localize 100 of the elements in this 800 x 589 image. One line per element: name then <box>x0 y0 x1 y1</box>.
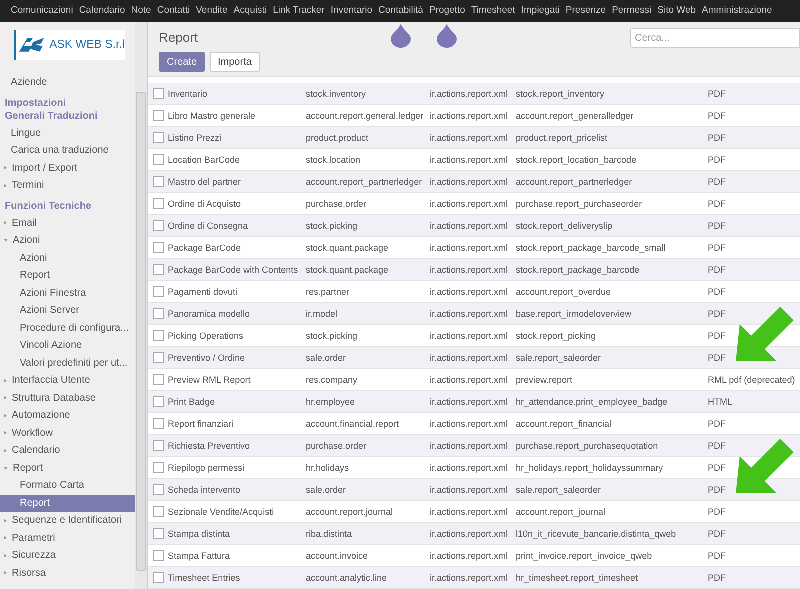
menu-item[interactable]: Formato Carta <box>0 477 135 494</box>
table-cell: sale.order <box>306 484 346 494</box>
menu-group[interactable]: Risorsa <box>0 564 135 582</box>
table-cell: ir.actions.report.xml <box>430 242 508 252</box>
row-checkbox[interactable] <box>153 242 164 253</box>
row-checkbox[interactable] <box>153 440 164 451</box>
menu-group-label: Report <box>13 462 44 476</box>
menu-item[interactable]: Valori predefiniti per ut... <box>0 354 135 372</box>
row-checkbox[interactable] <box>153 176 164 187</box>
table-cell: sale.order <box>306 352 346 362</box>
nav-menu-item[interactable]: Amministrazione <box>699 0 776 22</box>
row-checkbox[interactable] <box>153 264 164 275</box>
import-button[interactable]: Importa <box>210 52 260 72</box>
menu-item[interactable]: Vincoli Azione <box>0 337 135 354</box>
row-checkbox[interactable] <box>153 198 164 209</box>
nav-menu-item[interactable]: Link Tracker <box>270 0 328 22</box>
menu-group[interactable]: Calendario <box>0 442 135 460</box>
menu-group[interactable]: Interfaccia Utente <box>0 372 135 390</box>
nav-menu-item[interactable]: Inventario <box>328 0 376 22</box>
nav-menu-item[interactable]: Contatti <box>154 0 194 22</box>
menu-group[interactable]: Sequenze e Identificatori <box>0 512 135 530</box>
nav-menu-item[interactable]: Vendite <box>193 0 231 22</box>
row-checkbox[interactable] <box>153 308 164 319</box>
row-checkbox[interactable] <box>153 220 164 231</box>
menu-item[interactable]: Azioni Finestra <box>0 284 135 302</box>
company-logo[interactable]: ASK WEB S.r.l <box>14 30 125 60</box>
row-checkbox[interactable] <box>153 374 164 385</box>
nav-menu-item[interactable]: Sito Web <box>654 0 700 22</box>
table-cell: product.report_pricelist <box>516 132 608 142</box>
table-cell: ir.actions.report.xml <box>430 286 508 296</box>
menu-item[interactable]: Aziende <box>0 74 135 92</box>
menu-item[interactable]: Azioni Server <box>0 302 135 320</box>
menu-group[interactable]: Struttura Database <box>0 390 135 407</box>
table-cell: stock.inventory <box>306 88 366 98</box>
table-cell: hr.employee <box>306 396 356 406</box>
menu-item[interactable]: Carica una traduzione <box>0 142 135 160</box>
table-cell: product.product <box>306 132 369 142</box>
table-cell: PDF <box>708 330 726 340</box>
menu-group[interactable]: Automazione <box>0 407 135 424</box>
nav-menu-item[interactable]: Acquisti <box>230 0 270 22</box>
table-cell: Stampa Fattura <box>168 550 230 560</box>
nav-menu-item[interactable]: Permessi <box>609 0 655 22</box>
menu-group[interactable]: Termini <box>0 177 135 194</box>
table-cell: ir.actions.report.xml <box>430 132 508 142</box>
row-checkbox[interactable] <box>153 484 164 495</box>
search-field[interactable]: Cerca... <box>630 28 800 48</box>
scrollbar[interactable] <box>135 22 147 589</box>
menu-group[interactable]: Workflow <box>0 424 135 442</box>
table-cell: PDF <box>708 484 726 494</box>
menu-item[interactable]: Report <box>0 267 135 284</box>
nav-menu-item[interactable]: Presenze <box>562 0 610 22</box>
nav-menu-item[interactable]: Impiegati <box>518 0 563 22</box>
row-checkbox[interactable] <box>153 506 164 517</box>
table-cell: PDF <box>708 198 726 208</box>
table-cell: Stampa distinta <box>168 528 230 538</box>
table-cell: base.report_irmodeloverview <box>516 308 632 318</box>
menu-group[interactable]: Azioni <box>0 232 135 250</box>
table-cell: Pagamenti dovuti <box>168 286 238 296</box>
nav-menu-item[interactable]: Comunicazioni <box>8 0 76 22</box>
table-cell: Report finanziari <box>168 418 234 428</box>
row-checkbox[interactable] <box>153 352 164 363</box>
row-checkbox[interactable] <box>153 330 164 341</box>
table-cell: Print Badge <box>168 396 216 406</box>
row-checkbox[interactable] <box>153 88 164 99</box>
table-cell: Mastro del partner <box>168 176 242 186</box>
row-checkbox[interactable] <box>153 110 164 121</box>
row-checkbox[interactable] <box>153 572 164 583</box>
menu-group[interactable]: Import / Export <box>0 160 135 177</box>
row-checkbox[interactable] <box>153 154 164 165</box>
table-cell: ir.actions.report.xml <box>430 176 508 186</box>
create-button[interactable]: Create <box>159 52 206 72</box>
menu-group[interactable]: Email <box>0 214 135 232</box>
table-cell: Package BarCode with Contents <box>168 264 298 274</box>
table-cell: Picking Operations <box>168 330 244 340</box>
nav-menu-item[interactable]: Contabilità <box>376 0 426 22</box>
row-checkbox[interactable] <box>153 418 164 429</box>
table-cell: Preview RML Report <box>168 374 251 384</box>
menu-item[interactable]: Lingue <box>0 124 135 142</box>
row-checkbox[interactable] <box>153 132 164 143</box>
table-cell: ir.actions.report.xml <box>430 440 508 450</box>
menu-group[interactable]: Report <box>0 460 135 477</box>
nav-menu-item[interactable]: Progetto <box>426 0 468 22</box>
row-checkbox[interactable] <box>153 286 164 297</box>
table-cell: ir.actions.report.xml <box>430 506 508 516</box>
row-checkbox[interactable] <box>153 528 164 539</box>
menu-item[interactable]: Azioni <box>0 250 135 267</box>
row-checkbox[interactable] <box>153 396 164 407</box>
nav-menu-item[interactable]: Note <box>128 0 154 22</box>
row-checkbox[interactable] <box>153 462 164 473</box>
menu-group-label: Struttura Database <box>12 392 96 406</box>
menu-group[interactable]: Sicurezza <box>0 547 135 564</box>
menu-item[interactable]: Procedure di configura... <box>0 320 135 337</box>
nav-menu-item[interactable]: Timesheet <box>468 0 518 22</box>
table-cell: Timesheet Entries <box>168 572 240 582</box>
nav-menu-item[interactable]: Calendario <box>76 0 128 22</box>
menu-group[interactable]: Parametri <box>0 530 135 547</box>
marker-icon <box>437 24 458 48</box>
row-checkbox[interactable] <box>153 550 164 561</box>
table-cell: stock.quant.package <box>306 242 389 252</box>
menu-item[interactable]: Report <box>0 494 135 512</box>
